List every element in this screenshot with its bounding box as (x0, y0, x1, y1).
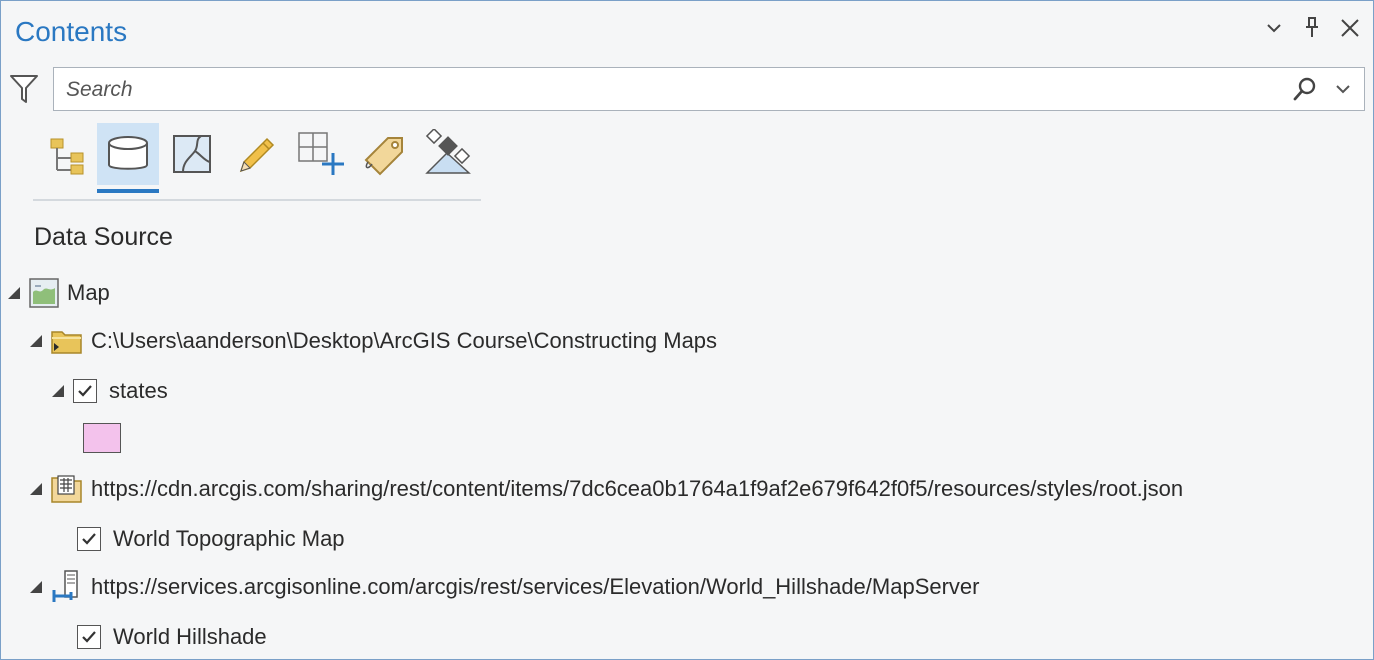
pane-options-chevron-icon[interactable] (1263, 15, 1285, 41)
window-controls (1263, 15, 1361, 41)
close-icon[interactable] (1339, 15, 1361, 41)
search-icon[interactable] (1292, 76, 1318, 104)
section-title: Data Source (34, 223, 173, 251)
collapse-triangle-icon[interactable] (29, 334, 43, 348)
collapse-triangle-icon[interactable] (51, 384, 65, 398)
tree-row-states-layer[interactable]: states (51, 371, 168, 411)
map-icon (29, 278, 59, 308)
list-by-snapping-button[interactable] (289, 123, 351, 185)
contents-pane: Contents Search Data Source Map C:\Users… (0, 0, 1374, 660)
pencil-icon (239, 137, 275, 173)
database-icon (108, 136, 148, 170)
checkmark-icon (82, 631, 96, 643)
tree-label-folder-path: C:\Users\aanderson\Desktop\ArcGIS Course… (91, 328, 718, 353)
collapse-triangle-icon[interactable] (29, 482, 43, 496)
satellite-icon (425, 129, 471, 174)
map-server-icon (51, 570, 83, 604)
tree-row-world-hillshade[interactable]: World Hillshade (77, 617, 267, 657)
tree-label-states: states (109, 378, 168, 403)
tag-icon (364, 137, 403, 176)
map-selection-icon (173, 135, 211, 173)
tree-row-vector-tile-source[interactable]: https://cdn.arcgis.com/sharing/rest/cont… (29, 469, 1183, 509)
drawing-order-icon (50, 138, 84, 175)
tree-label-map-server-url: https://services.arcgisonline.com/arcgis… (91, 574, 980, 599)
layer-visibility-checkbox[interactable] (77, 527, 101, 551)
list-by-labeling-button[interactable] (353, 123, 415, 185)
tree-label-world-hillshade: World Hillshade (113, 624, 267, 649)
folder-icon (51, 327, 83, 355)
list-by-toolbar (33, 123, 481, 201)
checkmark-icon (78, 385, 92, 397)
layer-visibility-checkbox[interactable] (73, 379, 97, 403)
list-by-data-source-button[interactable] (97, 123, 159, 193)
tree-label-world-topographic-map: World Topographic Map (113, 526, 345, 551)
list-by-editing-button[interactable] (225, 123, 287, 185)
layer-visibility-checkbox[interactable] (77, 625, 101, 649)
pin-icon[interactable] (1301, 15, 1323, 41)
pane-title: Contents (15, 16, 128, 47)
search-box (53, 67, 1365, 111)
tree-label-map: Map (67, 280, 110, 305)
search-input[interactable] (64, 74, 1268, 106)
vector-tile-source-icon (51, 474, 83, 504)
checkmark-icon (82, 533, 96, 545)
grid-add-icon (298, 132, 344, 175)
filter-icon[interactable] (9, 73, 39, 105)
tree-row-world-topographic-map[interactable]: World Topographic Map (77, 519, 345, 559)
tree-label-vector-tile-url: https://cdn.arcgis.com/sharing/rest/cont… (91, 476, 1184, 501)
search-options-chevron-icon[interactable] (1334, 80, 1352, 98)
tree-row-map[interactable]: Map (7, 273, 110, 313)
states-symbol-swatch[interactable] (83, 423, 121, 453)
list-by-drawing-order-button[interactable] (35, 123, 97, 185)
collapse-triangle-icon[interactable] (29, 580, 43, 594)
tree-row-map-server[interactable]: https://services.arcgisonline.com/arcgis… (29, 567, 980, 607)
tree-row-folder[interactable]: C:\Users\aanderson\Desktop\ArcGIS Course… (29, 321, 717, 361)
list-by-perspective-imagery-button[interactable] (417, 123, 479, 185)
collapse-triangle-icon[interactable] (7, 286, 21, 300)
list-by-selection-button[interactable] (161, 123, 223, 185)
